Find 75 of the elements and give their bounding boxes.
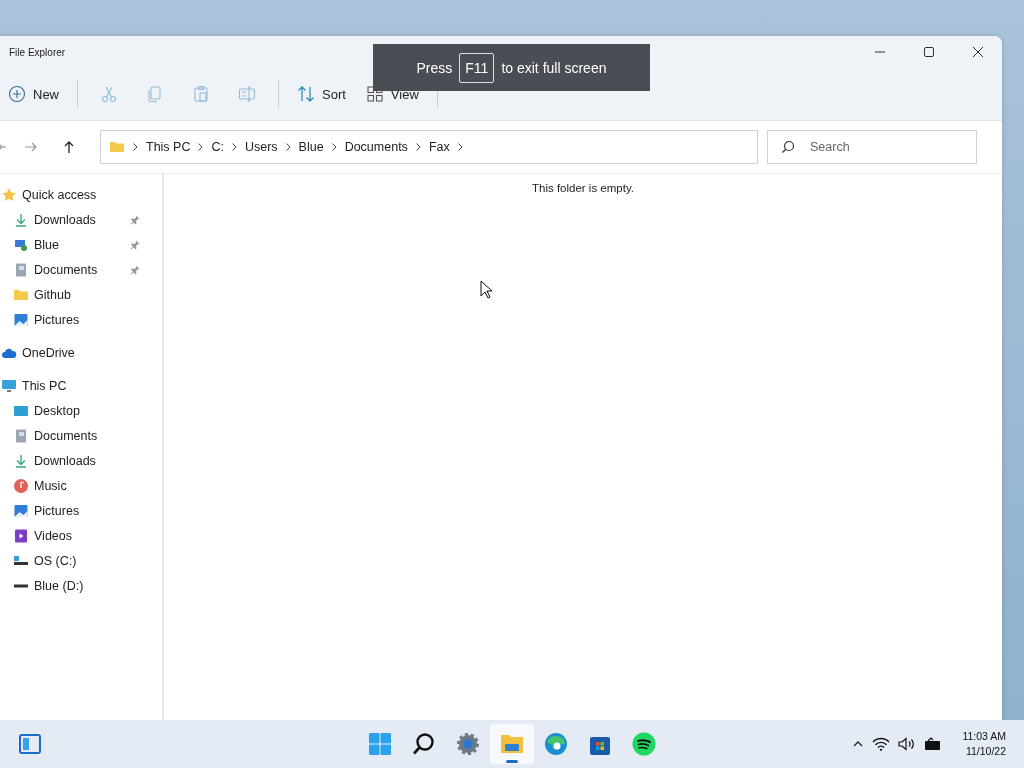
nav-item[interactable]: Pictures [0, 498, 162, 523]
wifi-icon [872, 737, 891, 751]
mouse-pointer-icon [480, 280, 494, 300]
chevron-icon [198, 143, 204, 151]
documents-icon [13, 427, 29, 444]
nav-item[interactable]: Videos [0, 523, 162, 548]
scissors-icon [100, 85, 118, 103]
nav-item[interactable]: Documents [0, 257, 162, 282]
clock-date[interactable]: 11/10/22 [965, 744, 1006, 759]
search-field[interactable]: Search [767, 130, 977, 164]
breadcrumb-item[interactable]: Blue [298, 140, 324, 154]
chevron-icon [331, 143, 337, 151]
clipboard-icon [192, 85, 210, 103]
folder-icon [500, 732, 524, 756]
empty-folder-message: This folder is empty. [530, 182, 635, 194]
breadcrumb-item[interactable]: Fax [428, 140, 450, 154]
breadcrumb-item[interactable]: Documents [344, 140, 408, 154]
minimize-icon [873, 51, 886, 53]
up-arrow-icon [62, 140, 76, 154]
nav-item[interactable]: Music [0, 473, 162, 498]
window-title: File Explorer [9, 46, 66, 58]
key-label: F11 [459, 52, 495, 83]
chevron-icon [415, 143, 421, 151]
gear-icon [456, 732, 480, 756]
videos-icon [13, 527, 29, 544]
nav-item[interactable]: This PC [0, 373, 162, 398]
breadcrumb-item[interactable]: Users [244, 140, 278, 154]
nav-item[interactable]: Github [0, 282, 162, 307]
address-bar[interactable]: This PC C: Users Blue Documents Fax [100, 130, 758, 164]
chevron-icon [457, 143, 463, 151]
nav-item[interactable]: OneDrive [0, 340, 162, 365]
sort-icon [297, 85, 315, 103]
nav-item[interactable]: Desktop [0, 398, 162, 423]
maximize-icon [922, 46, 935, 58]
breadcrumb-item[interactable]: This PC [146, 140, 191, 154]
breadcrumb-item[interactable]: C: [211, 140, 224, 154]
pictures-icon [13, 502, 29, 519]
nav-item[interactable]: Blue [0, 232, 162, 257]
windows-logo-icon [368, 732, 392, 756]
nav-item[interactable]: Downloads [0, 448, 162, 473]
battery-icon [924, 737, 943, 751]
browser-icon [544, 732, 568, 756]
music-icon [13, 477, 29, 494]
copy-icon [146, 85, 164, 103]
nav-item[interactable]: Downloads [0, 207, 162, 232]
nav-item[interactable]: Documents [0, 423, 162, 448]
documents-icon [13, 261, 29, 278]
chevron-icon [285, 143, 291, 151]
download-icon [13, 452, 29, 469]
drive-icon [13, 583, 29, 588]
nav-item[interactable]: Pictures [0, 307, 162, 332]
view-button[interactable]: View [355, 76, 429, 112]
star-icon [1, 186, 17, 203]
search-icon [781, 140, 795, 154]
new-button[interactable]: New [0, 76, 69, 112]
sort-button[interactable]: Sort [287, 76, 356, 112]
widgets-icon [18, 732, 42, 756]
download-icon [13, 211, 29, 228]
forward-arrow-icon [24, 140, 38, 154]
clock-time[interactable]: 11:03 AM [962, 729, 1006, 744]
nav-item[interactable]: OS (C:) [0, 548, 162, 573]
add-icon [8, 85, 26, 103]
nav-item[interactable]: Quick access [0, 182, 162, 207]
pc-icon [1, 377, 17, 394]
chevron-icon [133, 143, 138, 151]
folder-icon [109, 139, 125, 155]
nav-item[interactable]: Blue (D:) [0, 573, 162, 598]
notice-text: to exit full screen [501, 59, 607, 76]
notice-text: Press [416, 59, 453, 76]
chevron-icon [231, 143, 237, 151]
music-app-icon [632, 732, 656, 756]
speaker-icon [898, 737, 917, 751]
pictures-icon [13, 311, 29, 328]
rename-icon [238, 85, 256, 103]
search-icon [412, 732, 436, 756]
